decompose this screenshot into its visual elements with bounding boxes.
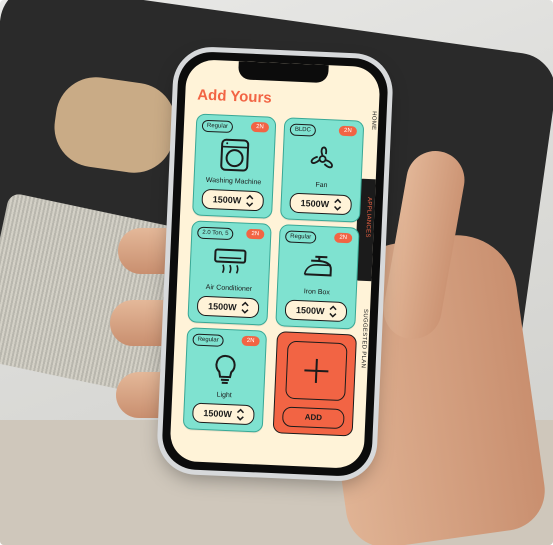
washing-machine-icon <box>217 137 252 172</box>
add-plus-icon[interactable] <box>285 340 348 402</box>
appliance-name: Washing Machine <box>205 176 262 187</box>
stepper-chevrons-icon[interactable] <box>235 407 246 421</box>
fan-icon <box>305 141 340 176</box>
type-badge[interactable]: Regular <box>201 119 234 134</box>
stepper-chevrons-icon[interactable] <box>244 194 255 208</box>
power-stepper[interactable]: 1500W <box>289 192 353 216</box>
type-badge[interactable]: Regular <box>192 333 224 347</box>
appliance-card-air-conditioner[interactable]: 2.0 Ton, 5 2N Air Conditioner 1500W <box>187 220 272 326</box>
phone-notch <box>238 61 329 84</box>
power-value: 1500W <box>212 194 242 206</box>
type-badge[interactable]: BLDC <box>289 123 317 137</box>
iron-box-icon <box>300 248 335 283</box>
appliance-name: Iron Box <box>303 288 330 297</box>
add-button[interactable]: ADD <box>281 406 345 430</box>
nav-appliances-label: APPLIANCES <box>364 196 373 238</box>
appliance-grid: Regular 2N Washing Machine 1500W BLDC 2N <box>182 113 365 437</box>
power-stepper[interactable]: 1500W <box>196 295 260 319</box>
zone-badge: 2N <box>246 228 265 240</box>
zone-badge: 2N <box>338 125 358 137</box>
appliance-card-washing-machine[interactable]: Regular 2N Washing Machine 1500W <box>192 113 277 219</box>
zone-badge: 2N <box>333 232 353 244</box>
phone: Add Yours HOME APPLIANCES SUGGESTED PLAN… <box>160 50 390 478</box>
stepper-chevrons-icon[interactable] <box>328 304 339 318</box>
stepper-chevrons-icon[interactable] <box>240 301 251 315</box>
appliance-name: Air Conditioner <box>205 284 253 294</box>
power-value: 1500W <box>295 304 325 317</box>
power-value: 1500W <box>300 198 330 210</box>
add-appliance-card[interactable]: ADD <box>272 331 357 437</box>
nav-home[interactable]: HOME <box>370 111 377 130</box>
zone-badge: 2N <box>250 121 270 133</box>
appliance-card-iron-box[interactable]: Regular 2N Iron Box 1500W <box>275 224 360 330</box>
power-stepper[interactable]: 1500W <box>192 402 255 426</box>
background-photo: Add Yours HOME APPLIANCES SUGGESTED PLAN… <box>0 0 553 545</box>
appliance-name: Light <box>216 391 232 400</box>
air-conditioner-icon <box>212 244 247 279</box>
nav-suggested-plan[interactable]: SUGGESTED PLAN <box>360 309 369 368</box>
power-stepper[interactable]: 1500W <box>201 188 265 212</box>
light-bulb-icon <box>208 351 243 386</box>
power-value: 1500W <box>207 301 237 313</box>
zone-badge: 2N <box>241 335 260 347</box>
power-value: 1500W <box>203 408 233 420</box>
appliance-card-fan[interactable]: BLDC 2N Fan 1500W <box>279 117 365 223</box>
type-badge[interactable]: 2.0 Ton, 5 <box>197 226 234 241</box>
app-screen: Add Yours HOME APPLIANCES SUGGESTED PLAN… <box>169 58 381 470</box>
page-title: Add Yours <box>196 86 273 107</box>
power-stepper[interactable]: 1500W <box>284 299 348 323</box>
appliance-name: Fan <box>315 181 328 190</box>
type-badge[interactable]: Regular <box>284 230 317 244</box>
appliance-card-light[interactable]: Regular 2N Light 1500W <box>182 327 268 433</box>
stepper-chevrons-icon[interactable] <box>332 197 343 211</box>
